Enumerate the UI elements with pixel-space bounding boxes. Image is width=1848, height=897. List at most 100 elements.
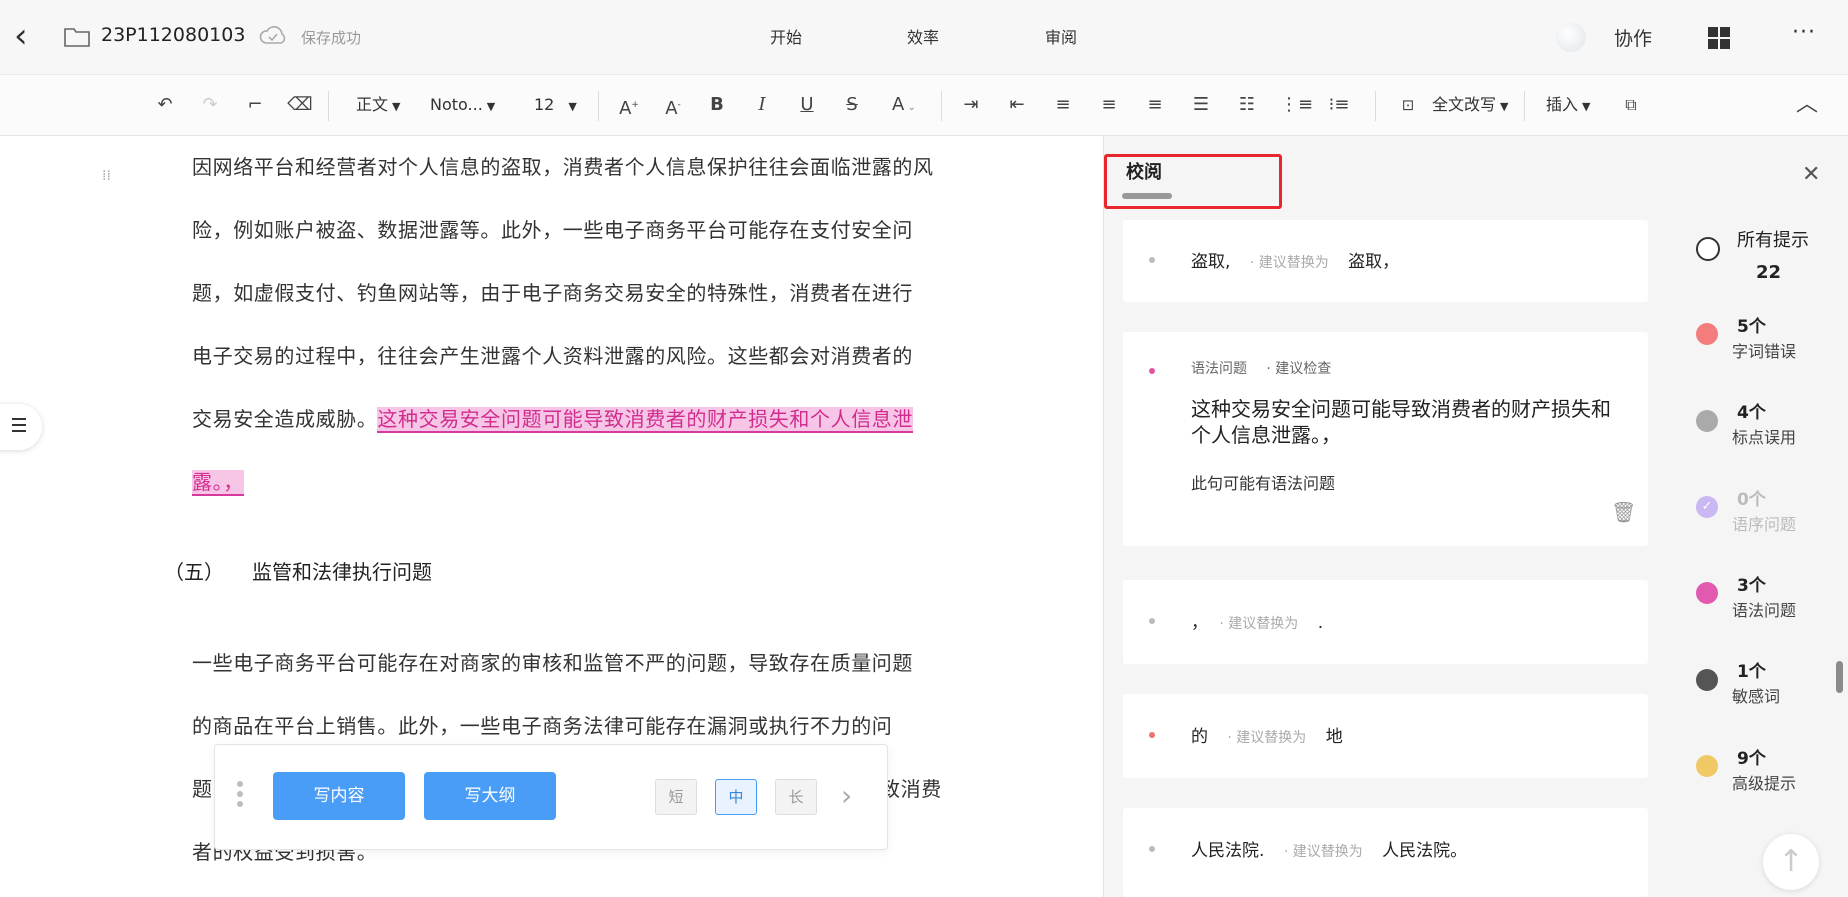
- text-line: 一些电子商务平台可能存在对商家的审核和监管不严的问题，导致存在质量问题: [192, 651, 913, 675]
- trash-icon[interactable]: 🗑: [1611, 500, 1636, 524]
- suggestion-card[interactable]: 人民法院. · 建议替换为 人民法院。: [1123, 808, 1648, 897]
- severity-dot: [1149, 368, 1155, 374]
- collaborate-button[interactable]: 协作: [1614, 24, 1652, 51]
- user-avatar[interactable]: [1556, 22, 1586, 52]
- ai-drag-handle-icon[interactable]: [237, 781, 243, 809]
- heading-text: 监管和法律执行问题: [252, 560, 432, 584]
- increase-font-icon[interactable]: A+: [616, 91, 642, 119]
- filter-all-radio[interactable]: [1696, 237, 1720, 261]
- decrease-font-icon[interactable]: A-: [660, 91, 686, 119]
- filter-dot-advanced[interactable]: [1696, 755, 1718, 777]
- italic-icon[interactable]: I: [749, 91, 775, 119]
- original-text: ，: [1191, 613, 1208, 633]
- suggested-text[interactable]: 地: [1326, 727, 1343, 747]
- chevron-right-icon[interactable]: ›: [841, 779, 852, 812]
- format-toolbar: ↶ ↷ ⌐ ⌫ 正文 ▼ Noto... ▼ 12 ▼ A+ A- B I U S A…: [0, 75, 1848, 136]
- apps-grid-icon[interactable]: [1708, 27, 1730, 49]
- redo-icon[interactable]: ↷: [197, 91, 223, 119]
- length-short-option[interactable]: 短: [655, 779, 697, 815]
- align-justify-icon[interactable]: ☰: [1188, 91, 1214, 119]
- length-medium-option[interactable]: 中: [715, 779, 757, 815]
- font-color-icon[interactable]: A ⌄: [884, 91, 924, 119]
- suggestion-card[interactable]: ， · 建议替换为 .: [1123, 580, 1648, 664]
- document-name[interactable]: 23P112080103: [101, 24, 245, 46]
- filter-label[interactable]: 语序问题: [1732, 511, 1796, 535]
- line-spacing-icon[interactable]: ☷: [1234, 91, 1260, 119]
- severity-dot: [1149, 846, 1155, 852]
- undo-icon[interactable]: ↶: [152, 91, 178, 119]
- severity-dot: [1149, 257, 1155, 263]
- strikethrough-icon[interactable]: S: [839, 91, 865, 119]
- indent-decrease-icon[interactable]: ⇤: [1004, 91, 1030, 119]
- length-long-option[interactable]: 长: [775, 779, 817, 815]
- flagged-sentence: 这种交易安全问题可能导致消费者的财产损失和个人信息泄露。，: [1191, 397, 1611, 447]
- panel-scrollbar[interactable]: [1836, 661, 1843, 693]
- suggestion-card[interactable]: 盗取, · 建议替换为 盗取，: [1123, 220, 1648, 302]
- align-right-icon[interactable]: ≡: [1142, 91, 1168, 119]
- rewrite-icon[interactable]: ⊡: [1398, 91, 1418, 119]
- close-icon[interactable]: ✕: [1802, 162, 1820, 187]
- bold-icon[interactable]: B: [704, 91, 730, 119]
- menu-review[interactable]: 审阅: [1045, 24, 1077, 48]
- format-painter-icon[interactable]: ⌐: [242, 91, 268, 119]
- menu-start[interactable]: 开始: [770, 24, 802, 48]
- filter-dot-typo[interactable]: [1696, 323, 1718, 345]
- grammar-highlight[interactable]: 这种交易安全问题可能导致消费者的财产损失和个人信息泄: [377, 407, 914, 433]
- text-line: 露。，: [192, 451, 962, 514]
- grammar-highlight[interactable]: 露。，: [192, 470, 244, 496]
- section-heading: （五） 监管和法律执行问题: [164, 556, 432, 585]
- menu-efficiency[interactable]: 效率: [907, 24, 939, 48]
- severity-dot: [1149, 618, 1155, 624]
- numbered-list-icon[interactable]: ⋮≡: [1280, 91, 1313, 119]
- filter-count: 3个: [1737, 576, 1766, 596]
- filter-label[interactable]: 高级提示: [1732, 770, 1796, 794]
- outline-toggle-button[interactable]: [0, 404, 42, 450]
- write-content-button[interactable]: 写内容: [273, 772, 405, 820]
- filter-label[interactable]: 标点误用: [1732, 424, 1796, 448]
- scroll-to-top-icon[interactable]: ↑: [1763, 834, 1819, 890]
- align-left-icon[interactable]: ≡: [1050, 91, 1076, 119]
- indent-increase-icon[interactable]: ⇥: [958, 91, 984, 119]
- filter-count: 1个: [1737, 662, 1766, 682]
- filter-dot-sensitive[interactable]: [1696, 669, 1718, 691]
- filter-label[interactable]: 语法问题: [1732, 597, 1796, 621]
- menu-icon: [12, 418, 26, 420]
- suggestion-hint: · 建议检查: [1266, 361, 1332, 377]
- align-center-icon[interactable]: ≡: [1096, 91, 1122, 119]
- page-preview-icon[interactable]: ⧉: [1620, 91, 1642, 119]
- suggested-text[interactable]: .: [1318, 613, 1323, 633]
- suggested-text[interactable]: 盗取，: [1348, 252, 1399, 272]
- more-options-icon[interactable]: ···: [1792, 20, 1816, 45]
- suggestion-card[interactable]: 的 · 建议替换为 地: [1123, 694, 1648, 778]
- filter-dot-punctuation[interactable]: [1696, 410, 1718, 432]
- ai-writing-bar: 写内容 写大纲 短 中 长 ›: [214, 744, 888, 850]
- collapse-toolbar-icon[interactable]: ︿: [1794, 91, 1820, 119]
- folder-icon[interactable]: [64, 26, 90, 47]
- write-outline-button[interactable]: 写大纲: [424, 772, 556, 820]
- filter-dot-grammar[interactable]: [1696, 582, 1718, 604]
- insert-select[interactable]: 插入 ▼: [1546, 92, 1590, 120]
- filter-count: 0个: [1737, 490, 1766, 510]
- issue-note: 此句可能有语法问题: [1191, 474, 1336, 493]
- drag-handle-icon[interactable]: ⁞⁞: [102, 169, 112, 190]
- top-bar: ‹ 23P112080103 保存成功 开始 效率 审阅 协作 ···: [0, 0, 1848, 75]
- font-family-select[interactable]: Noto... ▼: [430, 92, 495, 120]
- full-rewrite-select[interactable]: 全文改写 ▼: [1432, 92, 1508, 120]
- suggestion-hint: · 建议替换为: [1249, 255, 1329, 271]
- filter-dot-word-order[interactable]: ✓: [1696, 496, 1718, 518]
- original-text: 盗取,: [1191, 252, 1231, 272]
- filter-label[interactable]: 字词错误: [1732, 338, 1796, 362]
- eraser-icon[interactable]: ⌫: [287, 91, 313, 119]
- paragraph-style-select[interactable]: 正文 ▼: [356, 92, 400, 120]
- save-status: 保存成功: [301, 29, 362, 47]
- filter-all-label[interactable]: 所有提示: [1737, 226, 1809, 252]
- text-line: 题，如虚假支付、钓鱼网站等，由于电子商务交易安全的特殊性，消费者在进行: [192, 281, 913, 305]
- back-chevron-icon[interactable]: ‹: [14, 18, 38, 54]
- original-text: 人民法院.: [1191, 841, 1265, 861]
- suggested-text[interactable]: 人民法院。: [1382, 841, 1467, 861]
- font-size-select[interactable]: 12 ▼: [534, 92, 577, 120]
- suggestion-card-grammar[interactable]: 语法问题 · 建议检查 这种交易安全问题可能导致消费者的财产损失和个人信息泄露。…: [1123, 332, 1648, 546]
- bullet-list-icon[interactable]: ⁝≡: [1326, 91, 1352, 119]
- underline-icon[interactable]: U: [794, 91, 820, 119]
- filter-label[interactable]: 敏感词: [1732, 683, 1780, 707]
